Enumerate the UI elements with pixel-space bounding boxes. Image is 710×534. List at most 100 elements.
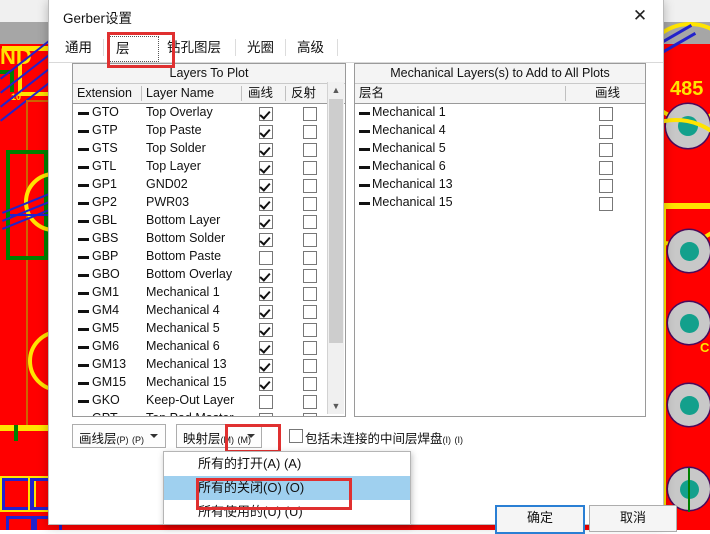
table-row[interactable]: GM5 Mechanical 5 [73,320,345,338]
plot-checkbox[interactable] [259,323,273,337]
mirror-checkbox[interactable] [303,179,317,193]
tab-general[interactable]: 通用 [57,36,100,60]
table-row[interactable]: GPT Top Pad Master [73,410,345,416]
layer-extension: GM5 [92,321,120,335]
mirror-checkbox[interactable] [303,395,317,409]
pcb-ref-text: 485 [670,78,704,100]
column-header-layer-name-cn[interactable]: 层名 [359,84,384,103]
column-header-mirror[interactable]: 反射 [291,84,316,103]
chevron-down-icon [247,434,255,438]
plot-checkbox[interactable] [599,161,613,175]
table-row[interactable]: GM1 Mechanical 1 [73,284,345,302]
table-row[interactable]: GBL Bottom Layer [73,212,345,230]
mirror-checkbox[interactable] [303,125,317,139]
layers-scrollbar[interactable]: ▲ ▼ [327,82,344,414]
include-unconnected-label: 包括未连接的中间层焊盘(I) (I) [305,432,463,446]
plot-checkbox[interactable] [259,215,273,229]
plot-checkbox[interactable] [259,161,273,175]
plot-checkbox[interactable] [259,179,273,193]
plot-checkbox[interactable] [599,143,613,157]
layer-name: PWR03 [146,195,190,209]
tab-drill-layers[interactable]: 钻孔图层 [159,36,229,60]
mirror-checkbox[interactable] [303,233,317,247]
mirror-checkbox[interactable] [303,107,317,121]
table-row[interactable]: Mechanical 13 [355,176,645,194]
mirror-checkbox[interactable] [303,161,317,175]
mirror-checkbox[interactable] [303,413,317,416]
chevron-up-icon[interactable]: ▲ [328,82,344,98]
table-row[interactable]: GBP Bottom Paste [73,248,345,266]
table-row[interactable]: Mechanical 4 [355,122,645,140]
layer-color-swatch [78,382,89,385]
layer-color-swatch [359,148,370,151]
plot-checkbox[interactable] [259,395,273,409]
plot-checkbox[interactable] [599,125,613,139]
tab-layers[interactable]: 层 [109,36,159,62]
plot-checkbox[interactable] [259,143,273,157]
table-row[interactable]: Mechanical 15 [355,194,645,212]
table-row[interactable]: GBS Bottom Solder [73,230,345,248]
plot-checkbox[interactable] [259,251,273,265]
table-row[interactable]: GP2 PWR03 [73,194,345,212]
table-row[interactable]: GM4 Mechanical 4 [73,302,345,320]
plot-layers-button[interactable]: 画线层(P) (P) [72,424,166,448]
layer-extension: GM4 [92,303,120,317]
column-header-layer-name[interactable]: Layer Name [146,84,214,103]
chevron-down-icon[interactable]: ▼ [328,398,344,414]
table-row[interactable]: GTO Top Overlay [73,104,345,122]
plot-checkbox[interactable] [259,125,273,139]
plot-checkbox[interactable] [259,341,273,355]
plot-checkbox[interactable] [259,287,273,301]
table-row[interactable]: Mechanical 6 [355,158,645,176]
scrollbar-thumb[interactable] [329,99,343,343]
table-row[interactable]: GM6 Mechanical 6 [73,338,345,356]
mirror-checkbox[interactable] [303,305,317,319]
column-header-plot-cn[interactable]: 画线 [595,84,620,103]
table-row[interactable]: Mechanical 5 [355,140,645,158]
layer-color-swatch [78,256,89,259]
include-unconnected-checkbox[interactable] [289,429,303,443]
cancel-button[interactable]: 取消 [589,505,677,532]
tab-separator [337,39,338,56]
mirror-checkbox[interactable] [303,377,317,391]
mirror-checkbox[interactable] [303,341,317,355]
column-header-plot[interactable]: 画线 [248,84,273,103]
mirror-checkbox[interactable] [303,251,317,265]
table-row[interactable]: GTL Top Layer [73,158,345,176]
plot-checkbox[interactable] [259,269,273,283]
mirror-checkbox[interactable] [303,287,317,301]
table-row[interactable]: GTP Top Paste [73,122,345,140]
table-row[interactable]: GP1 GND02 [73,176,345,194]
mirror-checkbox[interactable] [303,197,317,211]
table-row[interactable]: GBO Bottom Overlay [73,266,345,284]
table-row[interactable]: GM15 Mechanical 15 [73,374,345,392]
tab-aperture[interactable]: 光圈 [239,36,282,60]
mirror-layers-button[interactable]: 映射层(M) (M) [176,424,262,448]
close-icon[interactable]: ✕ [617,0,663,32]
plot-checkbox[interactable] [259,377,273,391]
table-row[interactable]: GTS Top Solder [73,140,345,158]
plot-checkbox[interactable] [259,107,273,121]
plot-checkbox[interactable] [599,107,613,121]
table-row[interactable]: GM13 Mechanical 13 [73,356,345,374]
tab-advanced[interactable]: 高级 [289,36,332,60]
mirror-checkbox[interactable] [303,215,317,229]
mirror-checkbox[interactable] [303,143,317,157]
mirror-checkbox[interactable] [303,359,317,373]
column-header-extension[interactable]: Extension [77,84,132,103]
plot-checkbox[interactable] [259,305,273,319]
plot-checkbox[interactable] [599,197,613,211]
table-row[interactable]: Mechanical 1 [355,104,645,122]
menu-item-open-all[interactable]: 所有的打开(A) (A) [164,452,410,476]
layer-color-swatch [78,238,89,241]
menu-item-used-all[interactable]: 所有使用的(U) (U) [164,500,410,524]
table-row[interactable]: GKO Keep-Out Layer [73,392,345,410]
mirror-checkbox[interactable] [303,269,317,283]
plot-checkbox[interactable] [259,233,273,247]
plot-checkbox[interactable] [259,197,273,211]
plot-checkbox[interactable] [259,413,273,416]
menu-item-close-all[interactable]: 所有的关闭(O) (O) [164,476,410,500]
mirror-checkbox[interactable] [303,323,317,337]
plot-checkbox[interactable] [599,179,613,193]
plot-checkbox[interactable] [259,359,273,373]
